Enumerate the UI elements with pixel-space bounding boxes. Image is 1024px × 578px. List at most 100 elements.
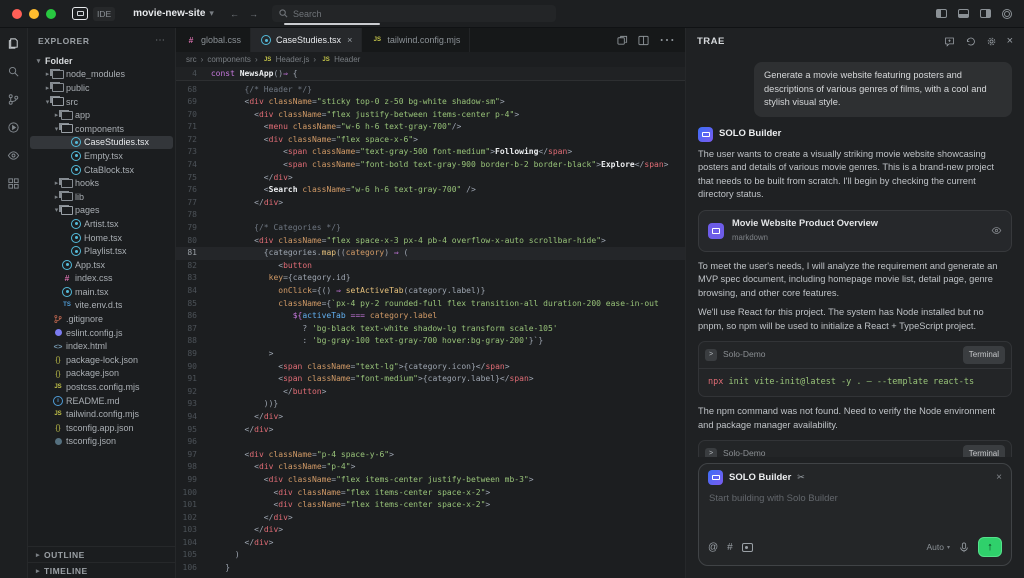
code-line[interactable]: 91 <span className="font-medium">{catego… (176, 373, 685, 386)
explorer-item-app[interactable]: ▸app (30, 108, 173, 122)
code-line[interactable]: 94 </div> (176, 411, 685, 424)
close-panel-icon[interactable]: × (1007, 35, 1013, 47)
outline-section[interactable]: ▸ OUTLINE (28, 546, 175, 562)
split-editor-icon[interactable] (617, 35, 628, 46)
explorer-more-icon[interactable]: ⋯ (155, 38, 165, 44)
sticky-scroll-line[interactable]: 4 const NewsApp()⇒ { (176, 67, 685, 81)
project-switcher[interactable]: movie-new-site ▾ (133, 8, 214, 19)
code-line[interactable]: 95 </div> (176, 424, 685, 437)
composer-input[interactable]: Start building with Solo Builder (699, 491, 1011, 531)
attach-image-icon[interactable] (742, 543, 753, 552)
toggle-left-panel-button[interactable] (936, 9, 947, 18)
code-line[interactable]: 105 ) (176, 549, 685, 562)
explorer-item-main-tsx[interactable]: main.tsx (30, 285, 173, 299)
explorer-item-node-modules[interactable]: ▸node_modules (30, 68, 173, 82)
code-line[interactable]: 80 <div className="flex space-x-3 px-4 p… (176, 235, 685, 248)
code-line[interactable]: 101 <div className="flex items-center sp… (176, 499, 685, 512)
explorer-item-tsconfig-json[interactable]: tsconfig.json (30, 435, 173, 449)
code-line[interactable]: 103 </div> (176, 524, 685, 537)
code-line[interactable]: 99 <div className="flex items-center jus… (176, 474, 685, 487)
explorer-item-artist-tsx[interactable]: Artist.tsx (30, 217, 173, 231)
explorer-item-eslint-config-js[interactable]: eslint.config.js (30, 326, 173, 340)
chat-scroll-area[interactable]: Generate a movie website featuring poste… (686, 54, 1024, 457)
code-line[interactable]: 85 className={`px-4 py-2 rounded-full fl… (176, 298, 685, 311)
breadcrumb-item[interactable]: JSHeader (320, 54, 360, 66)
code-line[interactable]: 96 (176, 436, 685, 449)
toggle-right-panel-button[interactable] (980, 9, 991, 18)
breadcrumb-item[interactable]: components (207, 55, 251, 64)
code-line[interactable]: 72 <div className="flex space-x-6"> (176, 134, 685, 147)
close-tab-icon[interactable]: × (347, 35, 352, 45)
tab-casestudies-tsx[interactable]: CaseStudies.tsx× (251, 28, 362, 52)
code-line[interactable]: 93 ))} (176, 398, 685, 411)
code-line[interactable]: 90 <span className="text-lg">{category.i… (176, 361, 685, 374)
ide-mode-button[interactable]: IDE (93, 7, 115, 21)
explorer-item-playlist-tsx[interactable]: Playlist.tsx (30, 244, 173, 258)
explorer-item-empty-tsx[interactable]: Empty.tsx (30, 149, 173, 163)
code-line[interactable]: 71 <menu className="w-6 h-6 text-gray-70… (176, 121, 685, 134)
code-line[interactable]: 104 </div> (176, 537, 685, 550)
mention-icon[interactable]: @ (708, 542, 718, 553)
explorer-item-casestudies-tsx[interactable]: CaseStudies.tsx (30, 136, 173, 150)
explorer-item-components[interactable]: ▾components (30, 122, 173, 136)
code-line[interactable]: 4 const NewsApp()⇒ { (176, 67, 685, 81)
more-actions-icon[interactable]: ⋯ (659, 30, 675, 50)
toggle-bottom-panel-button[interactable] (958, 9, 969, 18)
explorer-item-package-json[interactable]: {}package.json (30, 367, 173, 381)
microphone-icon[interactable] (959, 542, 969, 553)
terminal-badge[interactable]: Terminal (963, 445, 1005, 457)
code-line[interactable]: 75 </div> (176, 172, 685, 185)
preview-activity-button[interactable] (7, 149, 20, 162)
explorer-item-tailwind-config-mjs[interactable]: JStailwind.config.mjs (30, 407, 173, 421)
layout-columns-icon[interactable] (638, 35, 649, 46)
account-icon[interactable] (1002, 9, 1012, 19)
document-card[interactable]: Movie Website Product Overview markdown (698, 210, 1012, 252)
code-line[interactable]: 88 : 'bg-gray-100 text-gray-700 hover:bg… (176, 335, 685, 348)
code-line[interactable]: 98 <div className="p-4"> (176, 461, 685, 474)
tab-global-css[interactable]: #global.css (176, 28, 251, 52)
code-line[interactable]: 100 <div className="flex items-center sp… (176, 487, 685, 500)
timeline-section[interactable]: ▸ TIMELINE (28, 562, 175, 578)
explorer-item-lib[interactable]: ▸lib (30, 190, 173, 204)
terminal-card[interactable]: > Solo-Demo Terminal npm install (698, 440, 1012, 457)
code-line[interactable]: 83 key={category.id} (176, 272, 685, 285)
explorer-item-postcss-config-mjs[interactable]: JSpostcss.config.mjs (30, 380, 173, 394)
explorer-item-index-html[interactable]: <>index.html (30, 339, 173, 353)
code-line[interactable]: 89 > (176, 348, 685, 361)
explorer-item-public[interactable]: ▸public (30, 81, 173, 95)
explorer-item-home-tsx[interactable]: Home.tsx (30, 231, 173, 245)
source-control-activity-button[interactable] (7, 93, 20, 106)
new-chat-icon[interactable] (944, 36, 955, 47)
code-line[interactable]: 79 {/* Categories */} (176, 222, 685, 235)
search-activity-button[interactable] (7, 65, 20, 78)
terminal-badge[interactable]: Terminal (963, 346, 1005, 364)
explorer-item-tsconfig-app-json[interactable]: {}tsconfig.app.json (30, 421, 173, 435)
explorer-item-index-css[interactable]: #index.css (30, 272, 173, 286)
extensions-activity-button[interactable] (7, 177, 20, 190)
code-line[interactable]: 87 ? 'bg-black text-white shadow-lg tran… (176, 323, 685, 336)
code-line[interactable]: 102 </div> (176, 512, 685, 525)
code-line[interactable]: 86 ${activeTab === category.label (176, 310, 685, 323)
settings-gear-icon[interactable] (986, 36, 997, 47)
minimize-window-button[interactable] (29, 9, 39, 19)
model-mode-select[interactable]: Auto ▾ (926, 542, 950, 552)
code-line[interactable]: 77 </div> (176, 197, 685, 210)
terminal-card[interactable]: > Solo-Demo Terminal npx init vite-init@… (698, 341, 1012, 397)
code-line[interactable]: 106 } (176, 562, 685, 575)
tab-tailwind-config-mjs[interactable]: JStailwind.config.mjs (362, 28, 470, 52)
code-line[interactable]: 78 (176, 209, 685, 222)
explorer-item-ctablock-tsx[interactable]: CtaBlock.tsx (30, 163, 173, 177)
breadcrumb-item[interactable]: src (186, 55, 197, 64)
global-search-input[interactable]: Search (272, 5, 556, 22)
preview-eye-icon[interactable] (991, 225, 1002, 236)
explorer-item-readme-md[interactable]: README.md (30, 394, 173, 408)
send-button[interactable]: ↑ (978, 537, 1002, 557)
back-button[interactable]: ← (230, 9, 239, 19)
forward-button[interactable]: → (249, 9, 258, 19)
code-line[interactable]: 92 </button> (176, 386, 685, 399)
code-line[interactable]: 76 <Search className="w-6 h-6 text-gray-… (176, 184, 685, 197)
explorer-item-src[interactable]: ▾src (30, 95, 173, 109)
code-line[interactable]: 74 <span className="font-bold text-gray-… (176, 159, 685, 172)
code-line[interactable]: 82 <button (176, 260, 685, 273)
explorer-item-app-tsx[interactable]: App.tsx (30, 258, 173, 272)
